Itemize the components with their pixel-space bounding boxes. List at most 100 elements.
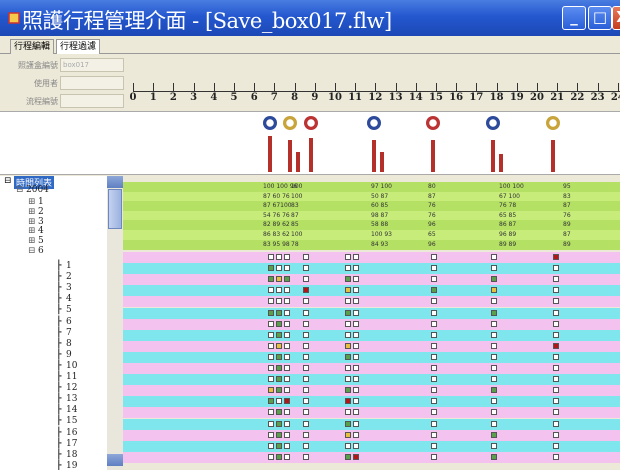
status-square[interactable] xyxy=(491,387,497,394)
status-square[interactable] xyxy=(276,287,282,294)
status-square[interactable] xyxy=(268,453,274,460)
tree-node-day[interactable]: 1 xyxy=(66,261,72,271)
status-square[interactable] xyxy=(276,376,282,383)
tab-schedule-edit[interactable]: 行程編輯 xyxy=(10,39,55,54)
tree-node-day[interactable]: 2 xyxy=(66,272,72,282)
status-square[interactable] xyxy=(268,342,274,349)
title-bar[interactable]: 照護行程管理介面 - [Save_box017.flw] _ □ X xyxy=(0,0,620,36)
status-square[interactable] xyxy=(431,342,437,349)
tree-node-day[interactable]: 4 xyxy=(66,294,72,304)
status-square[interactable] xyxy=(553,431,559,438)
expand-icon[interactable]: ┣ xyxy=(56,339,61,349)
status-square[interactable] xyxy=(553,265,559,272)
status-square[interactable] xyxy=(553,276,559,283)
detail-row[interactable] xyxy=(123,263,620,275)
exercise-icon[interactable] xyxy=(426,116,440,130)
status-square[interactable] xyxy=(553,353,559,360)
status-square[interactable] xyxy=(303,298,309,305)
status-square[interactable] xyxy=(276,409,282,416)
status-square[interactable] xyxy=(553,409,559,416)
status-square[interactable] xyxy=(303,309,309,316)
detail-row[interactable] xyxy=(123,274,620,286)
detail-row[interactable] xyxy=(123,418,620,430)
status-square[interactable] xyxy=(276,298,282,305)
status-square[interactable] xyxy=(303,376,309,383)
status-square[interactable] xyxy=(284,442,290,449)
status-square[interactable] xyxy=(276,331,282,338)
status-square[interactable] xyxy=(303,387,309,394)
tree-node-day[interactable]: 18 xyxy=(66,450,77,460)
status-square[interactable] xyxy=(276,254,282,260)
status-square[interactable] xyxy=(284,309,290,316)
status-square[interactable] xyxy=(353,331,359,338)
status-square[interactable] xyxy=(491,420,497,427)
status-square[interactable] xyxy=(303,276,309,283)
status-square[interactable] xyxy=(303,287,309,294)
tree-node-day[interactable]: 16 xyxy=(66,428,77,438)
status-square[interactable] xyxy=(431,331,437,338)
tree-node-day[interactable]: 14 xyxy=(66,405,77,415)
detail-row[interactable] xyxy=(123,363,620,374)
tree-node-day[interactable]: 11 xyxy=(66,372,77,382)
tree-node-month[interactable]: 3 xyxy=(38,217,44,227)
status-square[interactable] xyxy=(268,376,274,383)
expand-icon[interactable]: ┣ xyxy=(56,261,61,271)
detail-row[interactable] xyxy=(123,340,620,352)
status-square[interactable] xyxy=(553,376,559,383)
status-square[interactable] xyxy=(553,331,559,338)
status-square[interactable] xyxy=(345,331,351,338)
status-square[interactable] xyxy=(491,442,497,449)
status-square[interactable] xyxy=(491,376,497,383)
status-square[interactable] xyxy=(491,309,497,316)
user-field[interactable] xyxy=(60,76,124,90)
status-square[interactable] xyxy=(268,298,274,305)
status-square[interactable] xyxy=(284,276,290,283)
status-square[interactable] xyxy=(276,276,282,283)
summary-row[interactable]: 83 95 98 78 84 93 96 89 89 89 xyxy=(123,239,620,250)
status-square[interactable] xyxy=(553,320,559,327)
status-square[interactable] xyxy=(353,265,359,272)
status-square[interactable] xyxy=(276,420,282,427)
summary-row[interactable]: 54 76 76 87 98 87 76 65 85 76 xyxy=(123,210,620,221)
status-square[interactable] xyxy=(303,431,309,438)
status-square[interactable] xyxy=(491,409,497,416)
expand-icon[interactable]: ┣ xyxy=(56,328,61,338)
status-square[interactable] xyxy=(345,420,351,427)
expand-icon[interactable]: ⊟ xyxy=(16,185,24,195)
status-square[interactable] xyxy=(431,265,437,272)
status-square[interactable] xyxy=(284,254,290,260)
status-square[interactable] xyxy=(345,309,351,316)
summary-row[interactable]: 100 100 96 100 97 100 80 100 100 95 xyxy=(123,182,620,192)
status-square[interactable] xyxy=(431,442,437,449)
detail-row[interactable] xyxy=(123,396,620,408)
minimize-button[interactable]: _ xyxy=(562,6,586,30)
status-square[interactable] xyxy=(303,409,309,416)
expand-icon[interactable]: ┣ xyxy=(56,372,61,382)
status-square[interactable] xyxy=(268,276,274,283)
status-square[interactable] xyxy=(553,398,559,405)
tree-node-day[interactable]: 12 xyxy=(66,383,77,393)
status-square[interactable] xyxy=(284,387,290,394)
status-square[interactable] xyxy=(303,254,309,260)
status-square[interactable] xyxy=(353,320,359,327)
status-square[interactable] xyxy=(353,298,359,305)
status-square[interactable] xyxy=(491,287,497,294)
status-square[interactable] xyxy=(431,320,437,327)
status-square[interactable] xyxy=(284,420,290,427)
status-square[interactable] xyxy=(268,387,274,394)
tree-node-day[interactable]: 17 xyxy=(66,439,77,449)
status-square[interactable] xyxy=(431,431,437,438)
status-square[interactable] xyxy=(303,442,309,449)
status-square[interactable] xyxy=(345,276,351,283)
detail-row[interactable] xyxy=(123,385,620,397)
status-square[interactable] xyxy=(268,431,274,438)
expand-icon[interactable]: ⊟ xyxy=(28,246,36,256)
detail-row[interactable] xyxy=(123,252,620,263)
status-square[interactable] xyxy=(491,276,497,283)
expand-icon[interactable]: ┣ xyxy=(56,428,61,438)
tree-node-day[interactable]: 3 xyxy=(66,283,72,293)
status-square[interactable] xyxy=(276,353,282,360)
status-square[interactable] xyxy=(491,254,497,260)
status-square[interactable] xyxy=(353,376,359,383)
status-square[interactable] xyxy=(345,353,351,360)
